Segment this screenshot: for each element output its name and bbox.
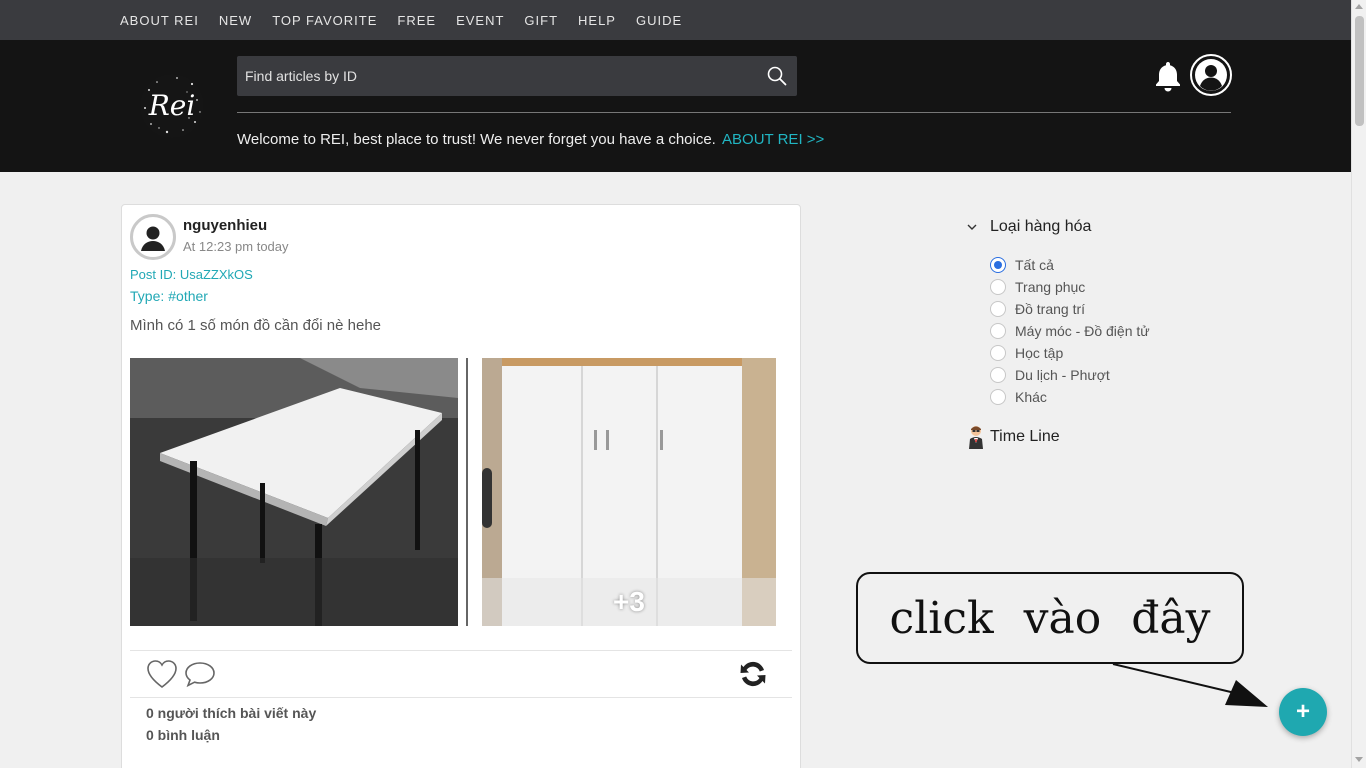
scroll-up-arrow-icon[interactable] — [1355, 4, 1363, 9]
filter-option-label: Trang phục — [1015, 279, 1086, 295]
comment-icon[interactable] — [184, 660, 216, 688]
callout-text: click vào đây — [889, 592, 1211, 644]
post-time: At 12:23 pm today — [183, 239, 289, 254]
post-content: Mình có 1 số món đồ cần đổi nè hehe — [130, 317, 382, 334]
person-icon — [969, 426, 983, 449]
comments-count[interactable]: 0 bình luận — [146, 727, 220, 743]
heart-icon[interactable] — [146, 659, 178, 689]
filter-option-label: Khác — [1015, 389, 1047, 405]
nav-item-free[interactable]: FREE — [397, 13, 436, 28]
filter-option-label: Đồ trang trí — [1015, 301, 1086, 317]
image-divider — [466, 358, 468, 626]
more-images-count: +3 — [613, 586, 645, 617]
nav-item-help[interactable]: HELP — [578, 13, 616, 28]
category-filter-header[interactable]: Loại hàng hóa — [966, 218, 1091, 236]
radio-button[interactable] — [990, 323, 1006, 339]
callout-box: click vào đây — [856, 572, 1244, 664]
filter-option[interactable]: Đồ trang trí — [990, 298, 1150, 320]
site-header: Rei Welcome to REI, best place to trust!… — [0, 40, 1351, 172]
user-icon — [141, 226, 165, 251]
post-id: Post ID: UsaZZXkOS — [130, 267, 253, 282]
post-image-table[interactable] — [130, 358, 458, 626]
nav-list: ABOUT REI NEW TOP FAVORITE FREE EVENT GI… — [120, 0, 702, 40]
top-navigation: ABOUT REI NEW TOP FAVORITE FREE EVENT GI… — [0, 0, 1351, 40]
bell-icon[interactable] — [1154, 60, 1182, 92]
post-type: Type: #other — [130, 288, 208, 304]
post-card: nguyenhieu At 12:23 pm today Post ID: Us… — [121, 204, 801, 768]
search-bar — [237, 56, 797, 96]
logo-text: Rei — [148, 89, 196, 122]
avatar[interactable] — [130, 214, 176, 260]
filter-option[interactable]: Du lịch - Phượt — [990, 364, 1150, 386]
arrow-icon — [1112, 663, 1268, 707]
nav-item-new[interactable]: NEW — [219, 13, 252, 28]
refresh-icon[interactable] — [737, 658, 769, 690]
more-images-overlay[interactable]: +3 — [482, 578, 776, 626]
scroll-thumb[interactable] — [1355, 16, 1364, 126]
nav-item-guide[interactable]: GUIDE — [636, 13, 682, 28]
chevron-down-icon — [967, 224, 977, 230]
divider — [130, 697, 792, 698]
filter-option-label: Du lịch - Phượt — [1015, 367, 1110, 383]
radio-button[interactable] — [990, 389, 1006, 405]
radio-button[interactable] — [990, 301, 1006, 317]
search-input[interactable] — [237, 56, 757, 96]
table-photo — [130, 358, 458, 626]
post-type-tag[interactable]: #other — [168, 288, 208, 304]
likes-count[interactable]: 0 người thích bài viết này — [146, 705, 316, 721]
filter-option-label: Tất cả — [1015, 257, 1054, 273]
scrollbar[interactable] — [1351, 0, 1366, 768]
welcome-message: Welcome to REI, best place to trust! We … — [237, 131, 824, 148]
category-filter-title: Loại hàng hóa — [990, 218, 1092, 235]
rei-logo[interactable]: Rei — [137, 70, 207, 142]
post-image-wardrobe[interactable]: +3 — [482, 358, 776, 626]
timeline-label: Time Line — [990, 428, 1060, 445]
filter-option[interactable]: Trang phục — [990, 276, 1150, 298]
category-filter-list: Tất cả Trang phục Đồ trang trí Máy móc -… — [990, 254, 1150, 408]
filter-option-label: Máy móc - Đồ điện tử — [1015, 323, 1150, 339]
timeline-link[interactable]: Time Line — [966, 424, 1060, 450]
nav-item-about[interactable]: ABOUT REI — [120, 13, 199, 28]
user-circle-icon — [1195, 59, 1227, 91]
divider — [130, 650, 792, 651]
post-type-label: Type: — [130, 288, 165, 304]
welcome-text: Welcome to REI, best place to trust! We … — [237, 131, 716, 148]
account-button[interactable] — [1190, 54, 1232, 96]
radio-button[interactable] — [990, 345, 1006, 361]
scroll-down-arrow-icon[interactable] — [1355, 757, 1363, 762]
radio-button[interactable] — [990, 279, 1006, 295]
search-icon[interactable] — [767, 66, 787, 86]
filter-option[interactable]: Máy móc - Đồ điện tử — [990, 320, 1150, 342]
filter-option[interactable]: Học tập — [990, 342, 1150, 364]
filter-option[interactable]: Tất cả — [990, 254, 1150, 276]
post-username[interactable]: nguyenhieu — [183, 217, 267, 234]
filter-option-label: Học tập — [1015, 345, 1064, 361]
radio-button[interactable] — [990, 367, 1006, 383]
nav-item-top-favorite[interactable]: TOP FAVORITE — [272, 13, 377, 28]
nav-item-event[interactable]: EVENT — [456, 13, 504, 28]
add-post-button[interactable]: + — [1279, 688, 1327, 736]
radio-button[interactable] — [990, 257, 1006, 273]
header-divider — [237, 112, 1231, 113]
about-rei-link[interactable]: ABOUT REI >> — [722, 131, 824, 148]
filter-option[interactable]: Khác — [990, 386, 1150, 408]
nav-item-gift[interactable]: GIFT — [524, 13, 558, 28]
